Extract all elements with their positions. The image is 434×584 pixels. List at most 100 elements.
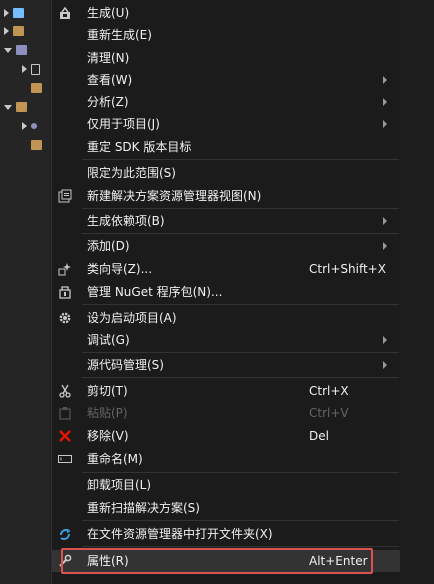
menu-item-label: 在文件资源管理器中打开文件夹(X) — [87, 527, 273, 541]
menu-item-label: 查看(W) — [87, 73, 133, 87]
gear-icon — [57, 310, 73, 326]
tree-row[interactable] — [4, 23, 24, 39]
menu-item-debug[interactable]: 调试(G) — [52, 329, 400, 351]
scissors-icon — [57, 383, 73, 399]
menu-item-remove[interactable]: 移除(V) Del — [52, 425, 400, 447]
menu-item-label: 限定为此范围(S) — [87, 166, 176, 180]
menu-item-label: 清理(N) — [87, 51, 130, 65]
menu-separator — [82, 377, 399, 378]
tree-row[interactable] — [4, 5, 24, 21]
menu-item-label: 重定 SDK 版本目标 — [87, 140, 192, 154]
menu-separator — [82, 546, 399, 547]
submenu-arrow-icon — [383, 98, 387, 106]
menu-item-label: 管理 NuGet 程序包(N)... — [87, 285, 223, 299]
menu-item-build-dependencies[interactable]: 生成依赖项(B) — [52, 210, 400, 232]
tree-row[interactable] — [22, 80, 42, 96]
menu-separator — [82, 304, 399, 305]
menu-item-shortcut: Del — [309, 429, 329, 443]
menu-item-label: 粘贴(P) — [87, 406, 128, 420]
file-icon — [31, 63, 40, 75]
highlight-annotation — [61, 548, 373, 574]
menu-separator — [82, 159, 399, 160]
menu-item-rebuild[interactable]: 重新生成(E) — [52, 24, 400, 46]
tree-row[interactable] — [22, 118, 37, 134]
submenu-arrow-icon — [383, 217, 387, 225]
menu-item-label: 重新生成(E) — [87, 28, 152, 42]
class-wizard-icon — [57, 261, 73, 277]
menu-item-cut[interactable]: 剪切(T) Ctrl+X — [52, 380, 400, 402]
menu-item-label: 移除(V) — [87, 429, 129, 443]
menu-item-add[interactable]: 添加(D) — [52, 235, 400, 257]
folder-icon — [31, 83, 42, 93]
open-folder-icon — [57, 526, 73, 542]
menu-item-label: 剪切(T) — [87, 384, 128, 398]
menu-item-manage-nuget[interactable]: 管理 NuGet 程序包(N)... — [52, 281, 400, 303]
submenu-arrow-icon — [383, 336, 387, 344]
expand-arrow-icon[interactable] — [22, 65, 27, 73]
solution-icon — [13, 8, 24, 18]
collapse-arrow-icon[interactable] — [4, 104, 12, 110]
menu-item-clean[interactable]: 清理(N) — [52, 47, 400, 69]
paste-icon — [57, 405, 73, 421]
tree-row[interactable] — [22, 137, 42, 153]
expand-arrow-icon[interactable] — [4, 9, 9, 17]
menu-item-new-explorer-view[interactable]: 新建解决方案资源管理器视图(N) — [52, 185, 400, 207]
menu-item-label: 生成依赖项(B) — [87, 214, 165, 228]
folder-icon — [13, 26, 24, 36]
submenu-arrow-icon — [383, 120, 387, 128]
menu-item-source-control[interactable]: 源代码管理(S) — [52, 354, 400, 376]
folder-icon — [31, 140, 42, 150]
menu-item-paste[interactable]: 粘贴(P) Ctrl+V — [52, 402, 400, 424]
menu-item-label: 添加(D) — [87, 239, 130, 253]
solution-explorer-background — [0, 0, 50, 584]
menu-item-label: 生成(U) — [87, 6, 130, 20]
menu-item-view[interactable]: 查看(W) — [52, 69, 400, 91]
tree-row[interactable] — [4, 42, 27, 58]
menu-item-analyze[interactable]: 分析(Z) — [52, 91, 400, 113]
menu-item-label: 源代码管理(S) — [87, 358, 164, 372]
delete-icon — [57, 428, 73, 444]
context-menu: 生成(U) 重新生成(E) 清理(N) 查看(W) 分析(Z) 仅用于项目(J)… — [51, 0, 400, 584]
menu-item-open-in-file-explorer[interactable]: 在文件资源管理器中打开文件夹(X) — [52, 523, 400, 545]
menu-separator — [82, 352, 399, 353]
folder-icon — [16, 102, 27, 112]
menu-item-label: 分析(Z) — [87, 95, 129, 109]
menu-item-shortcut: Ctrl+X — [309, 384, 349, 398]
expand-arrow-icon[interactable] — [22, 122, 27, 130]
menu-item-rename[interactable]: 重命名(M) — [52, 448, 400, 470]
menu-item-shortcut: Ctrl+Shift+X — [309, 262, 386, 276]
menu-item-retarget-sdk[interactable]: 重定 SDK 版本目标 — [52, 136, 400, 158]
menu-separator — [82, 472, 399, 473]
menu-separator — [82, 520, 399, 521]
menu-item-class-wizard[interactable]: 类向导(Z)... Ctrl+Shift+X — [52, 258, 400, 280]
nuget-icon — [57, 284, 73, 300]
menu-item-label: 重命名(M) — [87, 452, 143, 466]
menu-item-label: 仅用于项目(J) — [87, 117, 160, 131]
menu-item-label: 设为启动项目(A) — [87, 311, 177, 325]
menu-item-label: 新建解决方案资源管理器视图(N) — [87, 189, 262, 203]
menu-separator — [82, 233, 399, 234]
menu-item-label: 调试(G) — [87, 333, 130, 347]
submenu-arrow-icon — [383, 242, 387, 250]
menu-separator — [82, 208, 399, 209]
new-view-icon — [57, 188, 73, 204]
menu-item-build[interactable]: 生成(U) — [52, 2, 400, 24]
pin-icon — [31, 123, 37, 129]
tree-row[interactable] — [22, 61, 40, 77]
menu-item-scope-to-this[interactable]: 限定为此范围(S) — [52, 162, 400, 184]
submenu-arrow-icon — [383, 361, 387, 369]
menu-item-project-only[interactable]: 仅用于项目(J) — [52, 113, 400, 135]
menu-item-set-startup[interactable]: 设为启动项目(A) — [52, 307, 400, 329]
project-icon — [16, 45, 27, 55]
menu-item-rescan-solution[interactable]: 重新扫描解决方案(S) — [52, 497, 400, 519]
submenu-arrow-icon — [383, 76, 387, 84]
build-icon — [57, 5, 73, 21]
tree-row[interactable] — [4, 99, 27, 115]
menu-item-shortcut: Ctrl+V — [309, 406, 349, 420]
expand-arrow-icon[interactable] — [4, 27, 9, 35]
menu-item-label: 类向导(Z)... — [87, 262, 153, 276]
menu-item-unload-project[interactable]: 卸载项目(L) — [52, 474, 400, 496]
collapse-arrow-icon[interactable] — [4, 47, 12, 53]
menu-item-label: 卸载项目(L) — [87, 478, 152, 492]
menu-item-label: 重新扫描解决方案(S) — [87, 501, 200, 515]
